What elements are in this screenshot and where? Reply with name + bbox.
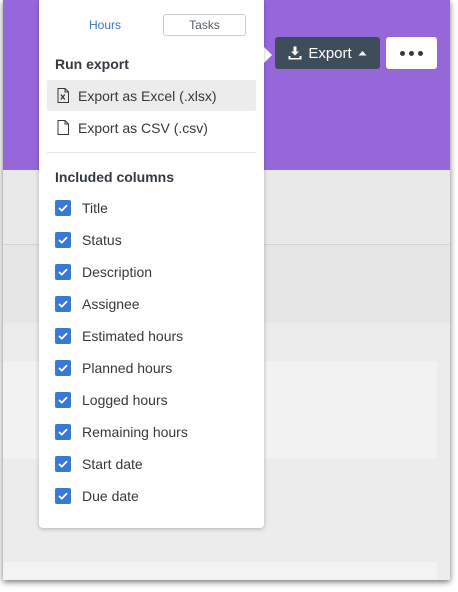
file-icon	[57, 120, 69, 135]
column-option-logged-hours[interactable]: Logged hours	[55, 390, 168, 410]
popup-caret	[264, 47, 272, 63]
export-excel-item[interactable]: Export as Excel (.xlsx)	[47, 80, 256, 111]
export-csv-label: Export as CSV (.csv)	[78, 119, 208, 136]
included-columns-title: Included columns	[55, 169, 175, 185]
column-option-label: Title	[82, 200, 108, 216]
column-option-remaining-hours[interactable]: Remaining hours	[55, 422, 188, 442]
column-option-status[interactable]: Status	[55, 230, 122, 250]
column-option-label: Remaining hours	[82, 424, 188, 440]
column-option-label: Status	[82, 232, 122, 248]
checkbox-checked-icon[interactable]	[55, 200, 71, 216]
checkbox-checked-icon[interactable]	[55, 232, 71, 248]
column-option-label: Assignee	[82, 296, 140, 312]
export-tabs: Hours Tasks	[47, 14, 246, 36]
tab-hours[interactable]: Hours	[47, 14, 163, 36]
column-option-assignee[interactable]: Assignee	[55, 294, 140, 314]
run-export-title: Run export	[55, 56, 129, 72]
export-button[interactable]: Export	[275, 37, 380, 69]
column-option-due-date[interactable]: Due date	[55, 486, 139, 506]
checkbox-checked-icon[interactable]	[55, 424, 71, 440]
column-option-label: Estimated hours	[82, 328, 184, 344]
column-option-label: Planned hours	[82, 360, 173, 376]
column-option-label: Logged hours	[82, 392, 168, 408]
column-option-estimated-hours[interactable]: Estimated hours	[55, 326, 183, 346]
content-card-bottom	[3, 562, 437, 580]
column-option-label: Start date	[82, 456, 143, 472]
column-option-title[interactable]: Title	[55, 198, 108, 218]
checkbox-checked-icon[interactable]	[55, 296, 71, 312]
export-excel-label: Export as Excel (.xlsx)	[78, 87, 217, 104]
more-horizontal-icon	[400, 50, 423, 56]
caret-up-icon	[358, 51, 367, 56]
export-csv-item[interactable]: Export as CSV (.csv)	[47, 112, 256, 143]
column-option-planned-hours[interactable]: Planned hours	[55, 358, 172, 378]
checkbox-checked-icon[interactable]	[55, 488, 71, 504]
export-button-label: Export	[308, 44, 352, 62]
popup-divider	[47, 152, 256, 153]
column-option-description[interactable]: Description	[55, 262, 152, 282]
column-option-label: Description	[82, 264, 153, 280]
checkbox-checked-icon[interactable]	[55, 328, 71, 344]
checkbox-checked-icon[interactable]	[55, 392, 71, 408]
more-options-button[interactable]	[386, 37, 437, 69]
export-popup: Hours Tasks Run export Export as Excel (…	[39, 0, 264, 528]
download-icon	[288, 46, 302, 60]
checkbox-checked-icon[interactable]	[55, 264, 71, 280]
checkbox-checked-icon[interactable]	[55, 456, 71, 472]
column-option-label: Due date	[82, 488, 139, 504]
excel-file-icon	[57, 88, 69, 103]
column-option-start-date[interactable]: Start date	[55, 454, 143, 474]
checkbox-checked-icon[interactable]	[55, 360, 71, 376]
tab-tasks[interactable]: Tasks	[163, 14, 246, 36]
app-window: Export Hours Tasks Run export Export as …	[3, 0, 450, 580]
